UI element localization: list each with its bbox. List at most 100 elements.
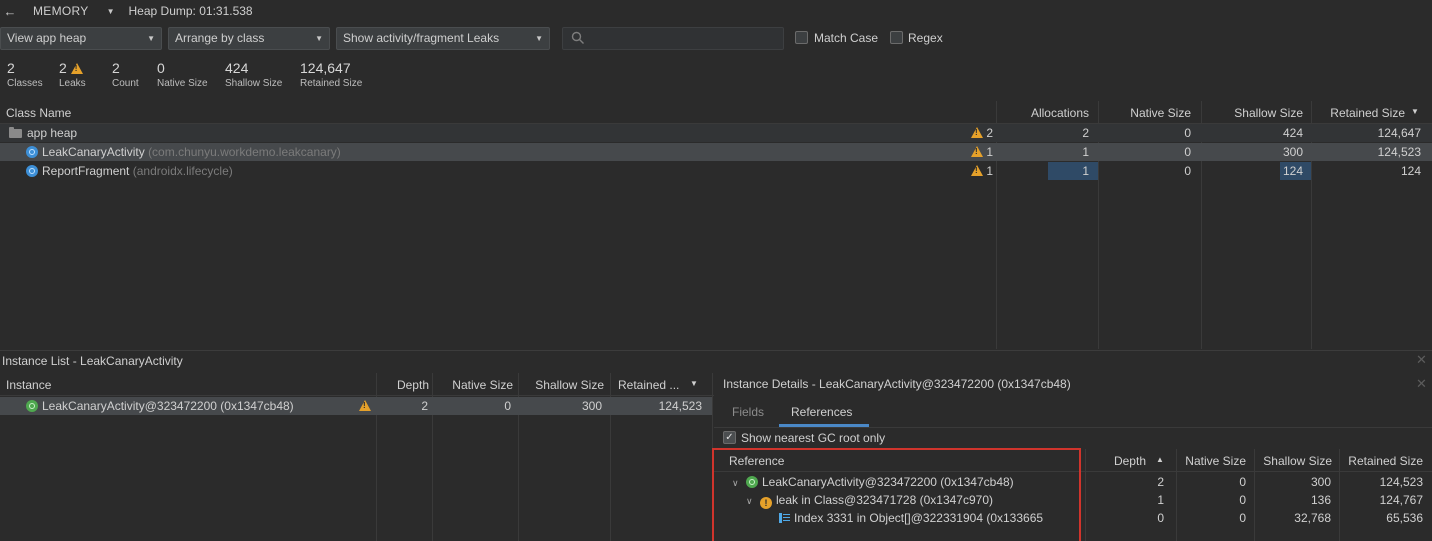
class-name-cell: ReportFragment (androidx.lifecycle) (26, 164, 233, 178)
column-header-depth[interactable]: Depth (380, 378, 429, 392)
stat-leaks[interactable]: 2 Leaks (59, 60, 86, 89)
leak-count-cell: 1 (971, 145, 993, 159)
table-row-app-heap[interactable]: app heap 2 2 0 424 124,647 (0, 124, 1432, 142)
instance-icon (26, 400, 38, 412)
column-header-retained-size[interactable]: Retained Size (1315, 106, 1405, 120)
instance-name: LeakCanaryActivity@323472200 (0x1347cb48… (42, 399, 294, 413)
column-header-instance[interactable]: Instance (6, 378, 51, 392)
table-row-leakcanaryactivity[interactable]: LeakCanaryActivity (com.chunyu.workdemo.… (0, 143, 1432, 161)
depth-cell: 1 (1157, 493, 1164, 507)
sort-descending-icon[interactable]: ▼ (1411, 107, 1419, 116)
tab-references[interactable]: References (791, 405, 852, 419)
depth-cell: 2 (1157, 475, 1164, 489)
shallow-size-cell: 124 (1282, 164, 1303, 178)
view-heap-select-value: View app heap (7, 31, 87, 45)
stat-native-size: 0 Native Size (157, 60, 208, 89)
panel-divider[interactable] (0, 350, 1432, 351)
class-name-cell: app heap (9, 126, 77, 140)
column-header-allocations[interactable]: Allocations (1000, 106, 1089, 120)
class-name-cell: LeakCanaryActivity (com.chunyu.workdemo.… (26, 145, 341, 159)
allocations-cell: 1 (1082, 145, 1089, 159)
view-heap-select[interactable]: View app heap ▼ (0, 27, 162, 50)
leak-count-cell: 2 (971, 126, 993, 140)
shallow-size-cell: 300 (581, 399, 602, 413)
warning-icon (971, 165, 983, 176)
instance-row[interactable]: LeakCanaryActivity@323472200 (0x1347cb48… (0, 397, 712, 415)
chevron-down-icon: ▼ (535, 34, 543, 43)
allocations-cell: 1 (1082, 164, 1089, 178)
native-size-cell: 0 (504, 399, 511, 413)
chevron-down-icon: ▼ (147, 34, 155, 43)
column-header-native-size[interactable]: Native Size (436, 378, 513, 392)
class-icon (26, 165, 38, 177)
leaks-filter-select[interactable]: Show activity/fragment Leaks ▼ (336, 27, 550, 50)
column-header-shallow-size[interactable]: Shallow Size (522, 378, 604, 392)
class-name: LeakCanaryActivity (42, 145, 145, 159)
column-header-retained-size[interactable]: Retained Size (1339, 454, 1423, 468)
native-size-cell: 0 (1184, 145, 1191, 159)
native-size-cell: 0 (1239, 475, 1246, 489)
search-input[interactable] (562, 27, 784, 50)
chevron-down-icon[interactable]: ▼ (107, 7, 115, 16)
stat-classes: 2 Classes (7, 60, 43, 89)
regex-label: Regex (908, 31, 943, 45)
stat-value: 424 (225, 60, 249, 76)
retained-size-cell: 124,647 (1377, 126, 1421, 140)
stat-label: Count (112, 78, 139, 89)
instance-list-table: Instance Depth Native Size Shallow Size … (0, 373, 714, 541)
warning-icon (971, 146, 983, 157)
match-case-checkbox[interactable] (795, 31, 808, 44)
column-header-shallow-size[interactable]: Shallow Size (1254, 454, 1332, 468)
stat-value: 2 (7, 60, 15, 76)
search-icon (571, 31, 584, 44)
package-name: (androidx.lifecycle) (132, 164, 233, 178)
stat-label: Classes (7, 78, 43, 89)
warning-icon (359, 400, 371, 411)
gc-root-label: Show nearest GC root only (741, 431, 886, 445)
table-row-reportfragment[interactable]: ReportFragment (androidx.lifecycle) 1 1 … (0, 162, 1432, 180)
column-header-native-size[interactable]: Native Size (1176, 454, 1246, 468)
leak-warning-cell (359, 399, 371, 413)
shallow-size-cell: 136 (1310, 493, 1331, 507)
tab-fields[interactable]: Fields (732, 405, 764, 419)
warning-icon (971, 127, 983, 138)
leak-count-cell: 1 (971, 164, 993, 178)
regex-checkbox[interactable] (890, 31, 903, 44)
close-icon[interactable]: ✕ (1416, 352, 1427, 368)
retained-size-cell: 65,536 (1386, 511, 1423, 525)
column-header-native-size[interactable]: Native Size (1102, 106, 1191, 120)
session-label[interactable]: MEMORY (33, 4, 89, 18)
arrow-left-icon[interactable]: ← (1, 4, 19, 19)
filter-bar: View app heap ▼ Arrange by class ▼ Show … (0, 27, 1432, 51)
depth-cell: 2 (421, 399, 428, 413)
column-header-depth[interactable]: Depth (1110, 454, 1146, 468)
retained-size-cell: 124,523 (1379, 475, 1423, 489)
class-table: Class Name Allocations Native Size Shall… (0, 101, 1432, 351)
leak-count: 1 (986, 145, 994, 159)
top-toolbar: ← MEMORY ▼ Heap Dump: 01:31.538 (0, 0, 1432, 22)
leaks-filter-select-value: Show activity/fragment Leaks (343, 31, 500, 45)
native-size-cell: 0 (1184, 126, 1191, 140)
close-icon[interactable]: ✕ (1416, 376, 1427, 392)
warning-icon (70, 63, 83, 74)
depth-cell: 0 (1157, 511, 1164, 525)
column-header-class-name[interactable]: Class Name (6, 106, 71, 120)
stat-label: Shallow Size (225, 78, 283, 89)
instance-details-title: Instance Details - LeakCanaryActivity@32… (723, 377, 1071, 391)
arrange-select-value: Arrange by class (175, 31, 265, 45)
sort-ascending-icon[interactable]: ▲ (1156, 455, 1164, 464)
stat-value: 2 (112, 60, 120, 76)
column-header-shallow-size[interactable]: Shallow Size (1205, 106, 1303, 120)
column-header-retained-size[interactable]: Retained ... (618, 378, 679, 392)
stat-label: Retained Size (300, 78, 363, 89)
sort-descending-icon[interactable]: ▼ (690, 379, 698, 388)
retained-size-cell: 124 (1400, 164, 1421, 178)
class-name: ReportFragment (42, 164, 130, 178)
shallow-size-cell: 300 (1282, 145, 1303, 159)
shallow-size-cell: 32,768 (1294, 511, 1331, 525)
stat-label: Native Size (157, 78, 208, 89)
arrange-select[interactable]: Arrange by class ▼ (168, 27, 330, 50)
heap-dump-label: Heap Dump: 01:31.538 (128, 4, 253, 18)
native-size-cell: 0 (1184, 164, 1191, 178)
gc-root-checkbox[interactable]: ✓ (723, 431, 736, 444)
